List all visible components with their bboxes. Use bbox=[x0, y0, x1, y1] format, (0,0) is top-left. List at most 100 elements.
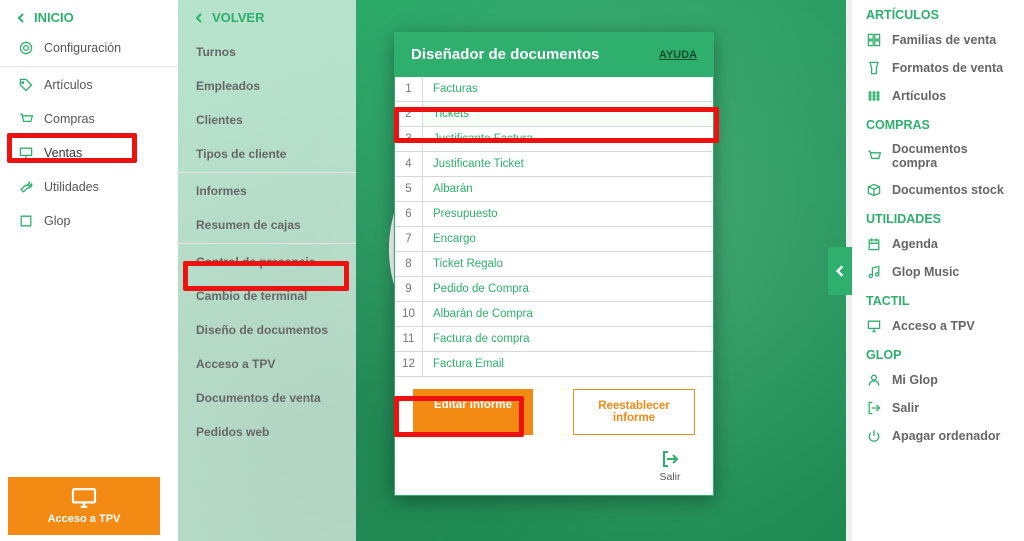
submenu-item[interactable]: Empleados bbox=[178, 69, 356, 103]
row-number: 11 bbox=[395, 327, 423, 351]
document-row[interactable]: 8Ticket Regalo bbox=[395, 252, 713, 277]
document-row[interactable]: 3Justificante Factura bbox=[395, 127, 713, 152]
quick-item[interactable]: Salir bbox=[852, 394, 1024, 422]
submenu-item[interactable]: Informes bbox=[178, 174, 356, 208]
sidebar-item-ventas[interactable]: Ventas bbox=[0, 136, 178, 170]
row-label: Justificante Factura bbox=[423, 127, 713, 151]
section-header: ARTÍCULOS bbox=[852, 0, 1024, 26]
quick-item[interactable]: Documentos stock bbox=[852, 176, 1024, 204]
tag-icon bbox=[18, 77, 34, 93]
cart-icon bbox=[18, 111, 34, 127]
chevron-left-icon bbox=[16, 13, 26, 23]
quick-item-label: Documentos compra bbox=[892, 142, 1010, 170]
exit-icon bbox=[660, 449, 680, 469]
submenu-item[interactable]: Tipos de cliente bbox=[178, 137, 356, 171]
sidebar-item-configuración[interactable]: Configuración bbox=[0, 31, 178, 65]
row-label: Factura Email bbox=[423, 352, 713, 376]
document-row[interactable]: 9Pedido de Compra bbox=[395, 277, 713, 302]
quick-item-label: Mi Glop bbox=[892, 373, 938, 387]
grid-icon bbox=[866, 32, 882, 48]
quick-item[interactable]: Glop Music bbox=[852, 258, 1024, 286]
submenu-item[interactable]: Control de presencia bbox=[178, 245, 356, 279]
document-row[interactable]: 10Albarán de Compra bbox=[395, 302, 713, 327]
document-row[interactable]: 5Albarán bbox=[395, 177, 713, 202]
row-number: 5 bbox=[395, 177, 423, 201]
quick-item[interactable]: Formatos de venta bbox=[852, 54, 1024, 82]
submenu-item[interactable]: Resumen de cajas bbox=[178, 208, 356, 242]
help-link[interactable]: AYUDA bbox=[659, 49, 697, 61]
sidebar-item-artículos[interactable]: Artículos bbox=[0, 68, 178, 102]
sidebar-item-label: Utilidades bbox=[44, 180, 99, 194]
access-tpv-label: Acceso a TPV bbox=[48, 513, 121, 525]
submenu-item[interactable]: Clientes bbox=[178, 103, 356, 137]
glass-icon bbox=[866, 60, 882, 76]
row-label: Presupuesto bbox=[423, 202, 713, 226]
glop-icon bbox=[18, 213, 34, 229]
quick-item[interactable]: Mi Glop bbox=[852, 366, 1024, 394]
document-designer-dialog: Diseñador de documentos AYUDA 1Facturas2… bbox=[394, 32, 714, 496]
row-label: Albarán bbox=[423, 177, 713, 201]
reset-report-button[interactable]: Reestablecer informe bbox=[573, 389, 695, 435]
quick-item[interactable]: Acceso a TPV bbox=[852, 312, 1024, 340]
quick-item-label: Agenda bbox=[892, 237, 938, 251]
sidebar-item-compras[interactable]: Compras bbox=[0, 102, 178, 136]
row-label: Albarán de Compra bbox=[423, 302, 713, 326]
document-row[interactable]: 1Facturas bbox=[395, 77, 713, 102]
app-root: ía INICIO ConfiguraciónArtículosComprasV… bbox=[0, 0, 1024, 541]
section-header: TACTIL bbox=[852, 286, 1024, 312]
row-number: 8 bbox=[395, 252, 423, 276]
section-header: COMPRAS bbox=[852, 110, 1024, 136]
access-tpv-button[interactable]: Acceso a TPV bbox=[8, 477, 160, 535]
sidebar-middle: VOLVER TurnosEmpleadosClientesTipos de c… bbox=[178, 0, 356, 541]
quick-item[interactable]: Agenda bbox=[852, 230, 1024, 258]
back-link[interactable]: VOLVER bbox=[178, 0, 356, 31]
dialog-exit-button[interactable]: Salir bbox=[645, 441, 695, 495]
sidebar-item-glop[interactable]: Glop bbox=[0, 204, 178, 238]
sidebar-item-label: Glop bbox=[44, 214, 70, 228]
sidebar-item-utilidades[interactable]: Utilidades bbox=[0, 170, 178, 204]
row-number: 2 bbox=[395, 102, 423, 126]
submenu-item[interactable]: Acceso a TPV bbox=[178, 347, 356, 381]
quick-item[interactable]: Apagar ordenador bbox=[852, 422, 1024, 450]
document-row[interactable]: 4Justificante Ticket bbox=[395, 152, 713, 177]
submenu-item[interactable]: Cambio de terminal bbox=[178, 279, 356, 313]
submenu-item[interactable]: Pedidos web bbox=[178, 415, 356, 449]
quick-item-label: Formatos de venta bbox=[892, 61, 1003, 75]
quick-item[interactable]: Familias de venta bbox=[852, 26, 1024, 54]
submenu-item[interactable]: Diseño de documentos bbox=[178, 313, 356, 347]
document-row[interactable]: 6Presupuesto bbox=[395, 202, 713, 227]
quick-item-label: Glop Music bbox=[892, 265, 959, 279]
sidebar-item-label: Ventas bbox=[44, 146, 82, 160]
row-number: 6 bbox=[395, 202, 423, 226]
quick-item[interactable]: Documentos compra bbox=[852, 136, 1024, 176]
quick-item[interactable]: Artículos bbox=[852, 82, 1024, 110]
sidebar-item-label: Artículos bbox=[44, 78, 93, 92]
calendar-icon bbox=[866, 236, 882, 252]
sidebar-item-label: Compras bbox=[44, 112, 95, 126]
quick-item-label: Familias de venta bbox=[892, 33, 996, 47]
row-label: Pedido de Compra bbox=[423, 277, 713, 301]
document-row[interactable]: 12Factura Email bbox=[395, 352, 713, 377]
row-label: Encargo bbox=[423, 227, 713, 251]
sidebar-item-label: Configuración bbox=[44, 41, 121, 55]
row-number: 3 bbox=[395, 127, 423, 151]
submenu-item[interactable]: Turnos bbox=[178, 31, 356, 69]
document-row[interactable]: 11Factura de compra bbox=[395, 327, 713, 352]
submenu-item[interactable]: Documentos de venta bbox=[178, 381, 356, 415]
collapse-right-button[interactable] bbox=[828, 247, 852, 295]
dialog-footer: Editar informe Reestablecer informe bbox=[395, 377, 713, 441]
dots-icon bbox=[866, 88, 882, 104]
monitor-icon bbox=[18, 145, 34, 161]
quick-item-label: Documentos stock bbox=[892, 183, 1004, 197]
row-label: Justificante Ticket bbox=[423, 152, 713, 176]
quick-item-label: Apagar ordenador bbox=[892, 429, 1000, 443]
dialog-list: 1Facturas2Tickets3Justificante Factura4J… bbox=[395, 77, 713, 377]
sidebar-left: INICIO Configuración Artículos Compras Vent… bbox=[0, 0, 178, 541]
monitor-icon bbox=[70, 487, 98, 509]
document-row[interactable]: 7Encargo bbox=[395, 227, 713, 252]
home-link[interactable]: INICIO bbox=[0, 0, 178, 31]
box-icon bbox=[866, 182, 882, 198]
row-label: Ticket Regalo bbox=[423, 252, 713, 276]
document-row[interactable]: 2Tickets bbox=[395, 102, 713, 127]
edit-report-button[interactable]: Editar informe bbox=[413, 389, 533, 435]
